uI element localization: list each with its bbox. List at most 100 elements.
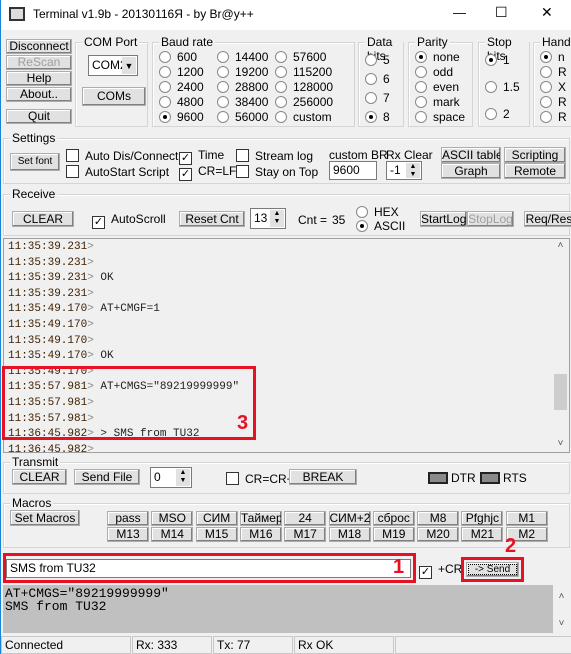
stay-on-top-checkbox[interactable]: Stay on Top — [236, 165, 318, 179]
ascii-radio[interactable]: ASCII — [356, 220, 405, 233]
maximize-button[interactable]: ☐ — [495, 4, 508, 21]
macro-button[interactable]: M17 — [284, 527, 327, 542]
baud-radio-600[interactable]: 600 — [159, 51, 197, 64]
minimize-button[interactable]: — — [453, 5, 466, 20]
req-res-button[interactable]: Req/Res — [524, 211, 571, 227]
start-log-button[interactable]: StartLog — [420, 211, 467, 227]
macro-button[interactable]: 24 — [284, 511, 327, 526]
baud-radio-56000[interactable]: 56000 — [217, 111, 268, 124]
baud-radio-115200[interactable]: 115200 — [275, 66, 332, 79]
remote-button[interactable]: Remote — [504, 163, 566, 179]
graph-button[interactable]: Graph — [441, 163, 501, 179]
data-bits-radio-7[interactable]: 7 — [365, 92, 390, 105]
macro-button[interactable]: M13 — [107, 527, 149, 542]
scroll-up-icon[interactable]: ˄ — [552, 241, 569, 252]
spinner-arrows-icon[interactable]: ▲ ▼ — [176, 469, 190, 486]
baud-radio-9600[interactable]: 9600 — [159, 111, 204, 124]
receive-scrollbar[interactable]: ˄ ˅ — [552, 239, 569, 452]
cnt-spinner[interactable]: 13 ▲ ▼ — [250, 208, 286, 229]
baud-radio-57600[interactable]: 57600 — [275, 51, 326, 64]
time-checkbox[interactable]: ✓ Time — [179, 149, 224, 165]
transmit-log[interactable]: AT+CMGS="89219999999" SMS from TU32 ˄ ˅ — [3, 585, 570, 633]
data-bits-radio-5[interactable]: 5 — [365, 54, 390, 67]
baud-radio-2400[interactable]: 2400 — [159, 81, 204, 94]
rescan-button[interactable]: ReScan — [6, 55, 72, 70]
baud-radio-28800[interactable]: 28800 — [217, 81, 268, 94]
scroll-thumb[interactable] — [554, 374, 567, 410]
auto-dis-connect-checkbox[interactable]: Auto Dis/Connect — [66, 149, 178, 163]
stop-bits-radio-1[interactable]: 1 — [485, 54, 510, 67]
parity-radio-none[interactable]: none — [415, 51, 460, 64]
macro-button[interactable]: M8 — [417, 511, 460, 526]
chevron-down-icon[interactable]: ▼ — [122, 57, 136, 74]
macro-button[interactable]: СИМ+24 — [328, 511, 371, 526]
parity-radio-mark[interactable]: mark — [415, 96, 460, 109]
handshaking-radio-R[interactable]: R — [540, 111, 567, 124]
reset-cnt-button[interactable]: Reset Cnt — [179, 211, 245, 227]
macro-button[interactable]: M15 — [195, 527, 238, 542]
macro-button[interactable]: M20 — [417, 527, 460, 542]
receive-clear-button[interactable]: CLEAR — [12, 211, 74, 227]
macro-button[interactable]: MSO — [151, 511, 194, 526]
dtr-indicator[interactable]: DTR — [428, 471, 476, 485]
disconnect-button[interactable]: Disconnect — [6, 39, 72, 54]
transmit-scrollbar[interactable]: ˄ ˅ — [553, 585, 570, 633]
transmit-clear-button[interactable]: CLEAR — [12, 469, 67, 485]
quit-button[interactable]: Quit — [6, 109, 72, 124]
close-button[interactable]: ✕ — [541, 4, 553, 21]
stop-bits-radio-1.5[interactable]: 1.5 — [485, 81, 520, 94]
plus-cr-checkbox[interactable]: ✓ +CR — [419, 563, 462, 579]
cr-lf-checkbox[interactable]: ✓ CR=LF — [179, 165, 236, 181]
handshaking-radio-n[interactable]: n — [540, 51, 565, 64]
parity-radio-odd[interactable]: odd — [415, 66, 453, 79]
rts-indicator[interactable]: RTS — [480, 471, 527, 485]
macro-button[interactable]: pass — [107, 511, 149, 526]
spinner-arrows-icon[interactable]: ▲ ▼ — [406, 163, 420, 178]
spinner-arrows-icon[interactable]: ▲ ▼ — [270, 210, 284, 227]
about-button[interactable]: About.. — [6, 87, 72, 102]
com-port-select[interactable]: COM27 ▼ — [88, 55, 138, 76]
set-macros-button[interactable]: Set Macros — [10, 510, 80, 526]
scroll-up-icon[interactable]: ˄ — [553, 591, 570, 604]
rx-clear-spinner[interactable]: -1 ▲ ▼ — [386, 161, 422, 180]
baud-radio-custom[interactable]: custom — [275, 111, 332, 124]
macro-button[interactable]: Таймер — [239, 511, 282, 526]
baud-radio-14400[interactable]: 14400 — [217, 51, 268, 64]
custom-br-input[interactable]: 9600 — [329, 161, 377, 180]
baud-radio-38400[interactable]: 38400 — [217, 96, 268, 109]
parity-radio-even[interactable]: even — [415, 81, 459, 94]
parity-radio-space[interactable]: space — [415, 111, 465, 124]
help-button[interactable]: Help — [6, 71, 72, 86]
autostart-script-checkbox[interactable]: AutoStart Script — [66, 165, 169, 179]
macro-button[interactable]: M19 — [372, 527, 415, 542]
stream-log-checkbox[interactable]: Stream log — [236, 149, 313, 163]
macro-button[interactable]: M14 — [151, 527, 194, 542]
macro-button[interactable]: Pfghjc — [461, 511, 504, 526]
scroll-down-icon[interactable]: ˅ — [552, 439, 569, 450]
stop-log-button[interactable]: StopLog — [467, 211, 514, 227]
handshaking-radio-X[interactable]: X — [540, 81, 566, 94]
baud-radio-19200[interactable]: 19200 — [217, 66, 268, 79]
set-font-button[interactable]: Set font — [10, 153, 60, 171]
break-button[interactable]: BREAK — [289, 469, 357, 485]
transmit-spinner[interactable]: 0 ▲ ▼ — [150, 467, 192, 488]
macro-button[interactable]: M1 — [505, 511, 548, 526]
autoscroll-checkbox[interactable]: ✓ AutoScroll — [92, 213, 166, 229]
baud-radio-128000[interactable]: 128000 — [275, 81, 333, 94]
hex-radio[interactable]: HEX — [356, 206, 399, 219]
baud-radio-4800[interactable]: 4800 — [159, 96, 204, 109]
macro-button[interactable]: сброс — [372, 511, 415, 526]
baud-radio-1200[interactable]: 1200 — [159, 66, 204, 79]
send-file-button[interactable]: Send File — [74, 469, 140, 485]
macro-button[interactable]: M18 — [328, 527, 371, 542]
ascii-table-button[interactable]: ASCII table — [441, 147, 501, 163]
handshaking-radio-R[interactable]: R — [540, 96, 567, 109]
macro-button[interactable]: M21 — [461, 527, 504, 542]
scroll-down-icon[interactable]: ˅ — [553, 618, 570, 631]
scripting-button[interactable]: Scripting — [504, 147, 566, 163]
handshaking-radio-R[interactable]: R — [540, 66, 567, 79]
coms-button[interactable]: COMs — [82, 87, 146, 106]
macro-button[interactable]: СИМ — [195, 511, 238, 526]
data-bits-radio-8[interactable]: 8 — [365, 111, 390, 124]
baud-radio-256000[interactable]: 256000 — [275, 96, 333, 109]
